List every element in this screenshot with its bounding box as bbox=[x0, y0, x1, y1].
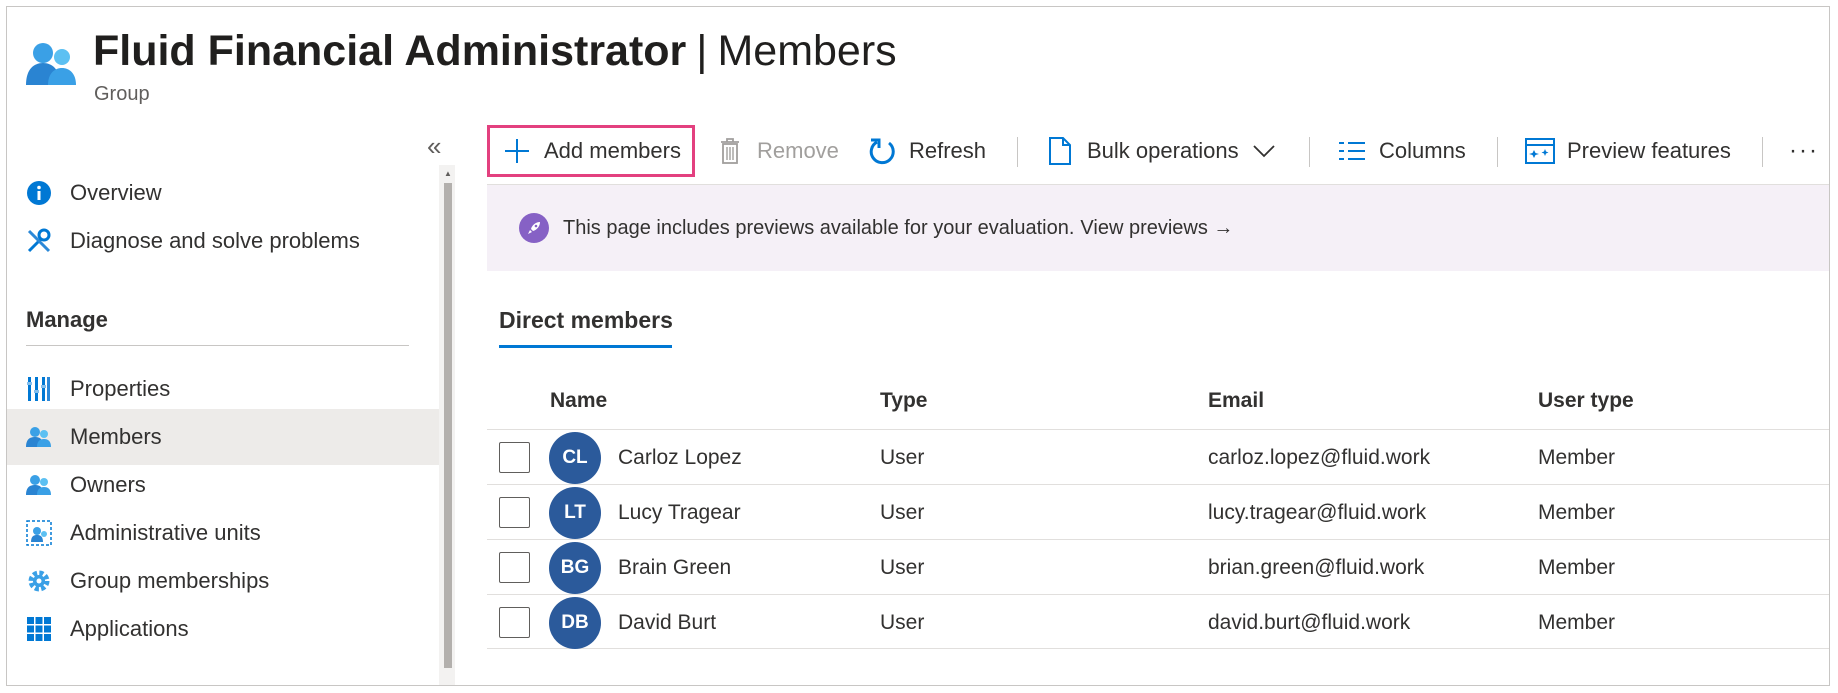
remove-label: Remove bbox=[757, 138, 839, 163]
view-previews-link[interactable]: View previews → bbox=[1080, 217, 1233, 240]
sidebar-item-label: Administrative units bbox=[70, 520, 261, 545]
member-email: brian.green@fluid.work bbox=[1208, 556, 1425, 579]
member-name[interactable]: David Burt bbox=[618, 611, 716, 635]
add-members-button[interactable]: Add members bbox=[487, 125, 695, 177]
info-icon bbox=[25, 179, 53, 207]
row-checkbox[interactable] bbox=[499, 607, 530, 638]
columns-button[interactable]: Columns bbox=[1337, 125, 1466, 177]
members-icon bbox=[25, 423, 53, 451]
trash-icon bbox=[715, 136, 745, 166]
sidebar-scrollbar-thumb[interactable] bbox=[444, 183, 452, 668]
collapse-sidebar-button[interactable]: « bbox=[427, 133, 441, 159]
rocket-icon bbox=[519, 213, 549, 243]
member-email: carloz.lopez@fluid.work bbox=[1208, 446, 1431, 469]
row-checkbox[interactable] bbox=[499, 552, 530, 583]
refresh-label: Refresh bbox=[909, 138, 987, 163]
scroll-up-icon[interactable]: ▲ bbox=[444, 169, 452, 178]
app-frame: Fluid Financial Administrator | Members Gr… bbox=[6, 6, 1830, 686]
member-user-type: Member bbox=[1538, 446, 1616, 469]
owners-icon bbox=[25, 471, 53, 499]
member-user-type: Member bbox=[1538, 611, 1616, 634]
sidebar-item-label: Group memberships bbox=[70, 568, 270, 593]
divider bbox=[26, 345, 409, 346]
banner-text: This page includes previews available fo… bbox=[563, 216, 1075, 239]
member-email: david.burt@fluid.work bbox=[1208, 611, 1411, 634]
sidebar-item-applications[interactable]: Applications bbox=[7, 601, 439, 657]
member-name[interactable]: Brain Green bbox=[618, 556, 731, 580]
bulk-operations-button[interactable]: Bulk operations bbox=[1045, 125, 1275, 177]
preview-features-label: Preview features bbox=[1567, 138, 1731, 163]
column-header-user-type[interactable]: User type bbox=[1538, 389, 1634, 413]
group-icon bbox=[26, 41, 78, 87]
sidebar-item-label: Overview bbox=[70, 180, 162, 205]
table-row[interactable]: LT Lucy Tragear User lucy.tragear@fluid.… bbox=[487, 484, 1829, 539]
table-row[interactable]: CL Carloz Lopez User carloz.lopez@fluid.… bbox=[487, 429, 1829, 484]
command-bar: Add members Remove Refresh Bulk operatio… bbox=[487, 125, 1829, 185]
toolbar-divider bbox=[1309, 137, 1310, 167]
columns-icon bbox=[1337, 136, 1367, 166]
toolbar-divider bbox=[1497, 137, 1498, 167]
column-header-email[interactable]: Email bbox=[1208, 389, 1264, 413]
sidebar-item-label: Members bbox=[70, 424, 162, 449]
refresh-button[interactable]: Refresh bbox=[867, 125, 986, 177]
page-title-section: Members bbox=[717, 27, 897, 75]
add-members-label: Add members bbox=[544, 138, 681, 163]
column-header-name[interactable]: Name bbox=[550, 389, 607, 413]
member-name[interactable]: Carloz Lopez bbox=[618, 446, 742, 470]
properties-icon bbox=[25, 375, 53, 403]
member-email: lucy.tragear@fluid.work bbox=[1208, 501, 1427, 524]
avatar: LT bbox=[549, 487, 601, 539]
wrench-icon bbox=[25, 227, 53, 255]
tab-indicator bbox=[499, 345, 672, 348]
member-user-type: Member bbox=[1538, 501, 1616, 524]
admin-units-icon bbox=[25, 519, 53, 547]
page-title-separator: | bbox=[696, 27, 708, 75]
table-row[interactable]: DB David Burt User david.burt@fluid.work… bbox=[487, 594, 1829, 649]
preview-features-button[interactable]: Preview features bbox=[1525, 125, 1731, 177]
table-row[interactable]: BG Brain Green User brian.green@fluid.wo… bbox=[487, 539, 1829, 594]
member-type: User bbox=[880, 501, 925, 524]
preview-banner: This page includes previews available fo… bbox=[487, 185, 1829, 271]
member-type: User bbox=[880, 446, 925, 469]
member-type: User bbox=[880, 556, 925, 579]
tab-direct-members[interactable]: Direct members bbox=[499, 307, 673, 334]
more-options-button[interactable]: ··· bbox=[1789, 125, 1819, 177]
avatar: BG bbox=[549, 542, 601, 594]
page-title: Fluid Financial Administrator | Members bbox=[93, 25, 897, 77]
sidebar-item-label: Diagnose and solve problems bbox=[70, 228, 360, 253]
sidebar: « Overview Diagnose and solve problems M… bbox=[7, 127, 455, 685]
toolbar-divider bbox=[1017, 137, 1018, 167]
bulk-operations-label: Bulk operations bbox=[1087, 138, 1239, 163]
plus-icon bbox=[502, 136, 532, 166]
page-subtitle: Group bbox=[94, 83, 150, 105]
page-title-group-name: Fluid Financial Administrator bbox=[93, 27, 687, 75]
member-name[interactable]: Lucy Tragear bbox=[618, 501, 741, 525]
row-checkbox[interactable] bbox=[499, 442, 530, 473]
chevron-down-icon bbox=[1253, 144, 1275, 158]
row-checkbox[interactable] bbox=[499, 497, 530, 528]
grid-icon bbox=[25, 615, 53, 643]
document-icon bbox=[1045, 136, 1075, 166]
member-user-type: Member bbox=[1538, 556, 1616, 579]
column-header-type[interactable]: Type bbox=[880, 389, 927, 413]
toolbar-divider bbox=[1762, 137, 1763, 167]
refresh-icon bbox=[867, 136, 897, 166]
sidebar-item-diagnose[interactable]: Diagnose and solve problems bbox=[7, 213, 439, 269]
sidebar-item-label: Owners bbox=[70, 472, 146, 497]
member-type: User bbox=[880, 611, 925, 634]
columns-label: Columns bbox=[1379, 138, 1466, 163]
sidebar-section-manage: Manage bbox=[26, 307, 108, 332]
sidebar-item-label: Applications bbox=[70, 616, 189, 641]
preview-features-icon bbox=[1525, 136, 1555, 166]
avatar: DB bbox=[549, 597, 601, 649]
remove-button[interactable]: Remove bbox=[715, 125, 839, 177]
sidebar-item-label: Properties bbox=[70, 376, 171, 401]
gear-icon bbox=[25, 567, 53, 595]
avatar: CL bbox=[549, 432, 601, 484]
